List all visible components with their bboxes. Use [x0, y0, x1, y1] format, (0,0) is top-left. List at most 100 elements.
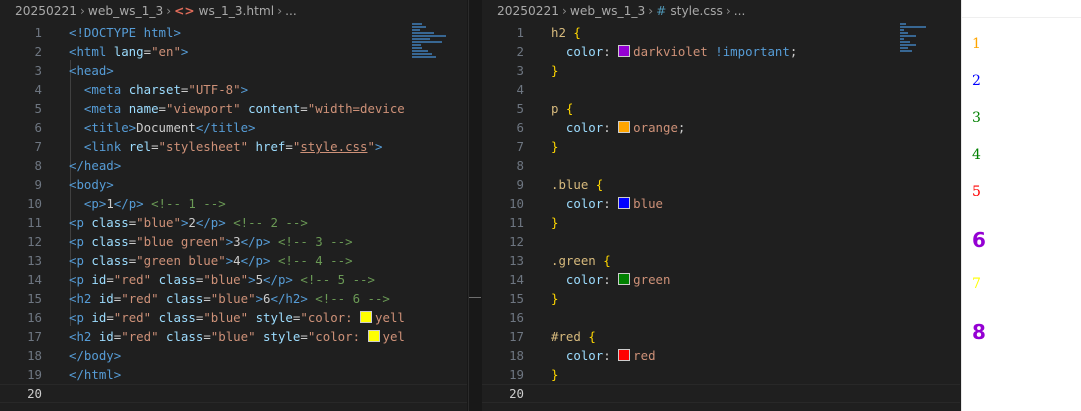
breadcrumb-file[interactable]: style.css — [670, 0, 723, 22]
breadcrumb: 20250221 › web_ws_1_3 › # style.css ›... — [482, 0, 960, 22]
code-line[interactable]: 11 <p class="blue">2</p> <!-- 2 --> — [0, 213, 467, 232]
browser-preview: 1 2 3 4 5 6 7 8 — [961, 0, 1081, 411]
preview-paragraph: 2 — [972, 73, 981, 89]
code-line[interactable]: 6 <title>Document</title> — [0, 118, 467, 137]
breadcrumb-ellipsis[interactable]: ... — [734, 0, 746, 22]
code-token: = — [300, 101, 308, 116]
color-swatch-icon[interactable] — [618, 349, 631, 361]
color-swatch-icon[interactable] — [367, 330, 380, 342]
line-number: 7 — [516, 139, 524, 154]
code-line[interactable]: 16 — [482, 308, 960, 327]
code-line[interactable]: 5 <meta name="viewport" content="width=d… — [0, 99, 467, 118]
line-number: 1 — [516, 25, 524, 40]
code-line[interactable]: 17 <h2 id="red" class="blue" style="color… — [0, 327, 467, 346]
breadcrumb-folder[interactable]: 20250221 — [15, 0, 77, 22]
code-line[interactable]: 7 <link rel="stylesheet" href="style.css… — [0, 137, 467, 156]
css-code-area[interactable]: 1 h2 {2 color: darkviolet !important; 3} 4 5… — [482, 23, 960, 403]
code-line[interactable]: 15} — [482, 289, 960, 308]
color-swatch-icon[interactable] — [618, 121, 631, 133]
code-line[interactable]: 16 <p id="red" class="blue" style="color:… — [0, 308, 467, 327]
code-line[interactable]: 19} — [482, 365, 960, 384]
code-text: .green { — [551, 251, 611, 270]
color-swatch-icon[interactable] — [618, 273, 631, 285]
code-line[interactable]: 9 .blue { — [482, 175, 960, 194]
breadcrumb-file[interactable]: ws_1_3.html — [199, 0, 275, 22]
code-line[interactable]: 1 h2 { — [482, 23, 960, 42]
code-token: "red" — [113, 310, 152, 325]
line-number: 12 — [509, 234, 524, 249]
code-line[interactable]: 3} — [482, 61, 960, 80]
code-line[interactable]: 20 — [482, 384, 960, 403]
code-text: <html lang="en"> — [69, 42, 188, 61]
line-number: 15 — [509, 291, 524, 306]
code-token: <p — [69, 310, 92, 325]
code-token: <meta — [83, 82, 129, 97]
divider — [962, 17, 1081, 18]
line-number: 4 — [516, 82, 524, 97]
minimap[interactable] — [412, 23, 464, 61]
html-editor-pane[interactable]: 20250221 › web_ws_1_3 › <> ws_1_3.html ›... 1 <… — [0, 0, 467, 411]
breadcrumb-folder[interactable]: 20250221 — [497, 0, 559, 22]
code-token: </p> — [195, 215, 226, 230]
code-line[interactable]: 2 <html lang="en"> — [0, 42, 467, 61]
line-number: 16 — [509, 310, 524, 325]
code-line[interactable]: 3 <head> — [0, 61, 467, 80]
editor-splitter[interactable] — [467, 0, 482, 411]
code-token: <!-- 2 --> — [233, 215, 308, 230]
code-token: } — [551, 215, 559, 230]
html-code-area[interactable]: 1 <!DOCTYPE html> 2 <html lang="en"> 3 <head>… — [0, 23, 467, 403]
code-line[interactable]: 13 .green { — [482, 251, 960, 270]
code-line[interactable]: 17 #red { — [482, 327, 960, 346]
code-line[interactable]: 10 <p>1</p> <!-- 1 --> — [0, 194, 467, 213]
color-swatch-icon[interactable] — [618, 45, 631, 57]
css-editor-pane[interactable]: 20250221 › web_ws_1_3 › # style.css ›... 1 h2 {… — [482, 0, 960, 411]
code-token: "blue" — [203, 272, 249, 287]
code-token: </html> — [69, 367, 122, 382]
code-token: 3 — [233, 234, 241, 249]
code-line[interactable]: 12 <p class="blue green">3</p> <!-- 3 --> — [0, 232, 467, 251]
code-line[interactable]: 4 — [482, 80, 960, 99]
minimap-line — [412, 41, 442, 43]
color-swatch-icon[interactable] — [618, 197, 631, 209]
color-swatch-icon[interactable] — [360, 311, 373, 323]
code-line[interactable]: 10 color: blue — [482, 194, 960, 213]
code-token: id — [91, 310, 107, 325]
code-line[interactable]: 4 <meta charset="UTF-8"> — [0, 80, 467, 99]
code-token: } — [551, 139, 559, 154]
code-line[interactable]: 15 <h2 id="red" class="blue">6</h2> <!-- … — [0, 289, 467, 308]
code-token: </p> — [113, 196, 144, 211]
code-line[interactable]: 1 <!DOCTYPE html> — [0, 23, 467, 42]
breadcrumb-subfolder[interactable]: web_ws_1_3 — [570, 0, 645, 22]
scrollbar-thumb[interactable] — [469, 297, 481, 298]
code-line[interactable]: 7} — [482, 137, 960, 156]
code-line[interactable]: 12 — [482, 232, 960, 251]
code-token: 6 — [263, 291, 271, 306]
code-line[interactable]: 18 color: red — [482, 346, 960, 365]
code-line[interactable]: 8 </head> — [0, 156, 467, 175]
code-line[interactable]: 14 color: green — [482, 270, 960, 289]
breadcrumb-ellipsis[interactable]: ... — [285, 0, 297, 22]
code-token: } — [551, 291, 559, 306]
code-token: class — [158, 310, 196, 325]
minimap-line — [900, 41, 910, 43]
code-token: "stylesheet" — [158, 139, 249, 154]
code-line[interactable]: 20 — [0, 384, 467, 403]
code-line[interactable]: 19 </html> — [0, 365, 467, 384]
code-token: { — [603, 253, 611, 268]
code-text: } — [551, 365, 558, 384]
code-line[interactable]: 18 </body> — [0, 346, 467, 365]
preview-paragraph: 7 — [972, 276, 981, 292]
code-text: p { — [551, 99, 573, 118]
minimap[interactable] — [900, 23, 952, 61]
code-line[interactable]: 11} — [482, 213, 960, 232]
file-link[interactable]: style.css — [300, 139, 367, 154]
code-line[interactable]: 14 <p id="red" class="blue">5</p> <!-- 5 … — [0, 270, 467, 289]
code-line[interactable]: 5 p { — [482, 99, 960, 118]
breadcrumb-subfolder[interactable]: web_ws_1_3 — [88, 0, 163, 22]
code-line[interactable]: 9 <body> — [0, 175, 467, 194]
code-line[interactable]: 13 <p class="green blue">4</p> <!-- 4 --> — [0, 251, 467, 270]
code-line[interactable]: 2 color: darkviolet !important; — [482, 42, 960, 61]
code-line[interactable]: 6 color: orange; — [482, 118, 960, 137]
code-line[interactable]: 8 — [482, 156, 960, 175]
